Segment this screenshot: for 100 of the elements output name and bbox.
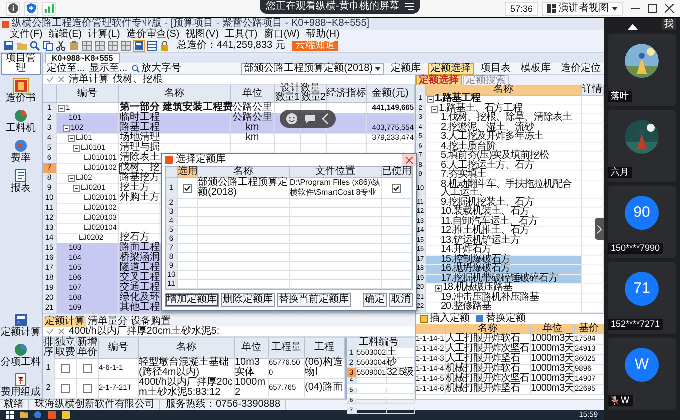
column-header: 独立取费	[55, 338, 77, 359]
participant-tile[interactable]: 六月	[608, 110, 676, 182]
participant-tile[interactable]: 71 152****7271	[608, 262, 676, 334]
lock-icon[interactable]	[160, 41, 170, 51]
toggle-icon[interactable]	[73, 184, 80, 192]
grid-icon[interactable]	[95, 41, 105, 51]
menu-item[interactable]: 视图(V)	[186, 30, 220, 40]
library-button[interactable]: 定额选择	[428, 62, 474, 74]
tree-item[interactable]: 13.铲运机铲运土方	[426, 236, 582, 246]
library-button[interactable]: 定额库	[388, 62, 424, 74]
cancel-button[interactable]: 取消	[389, 293, 413, 307]
menu-item[interactable]: 造价审查(S)	[126, 30, 180, 40]
menu-item[interactable]: 文件(F)	[10, 30, 43, 40]
check-icon[interactable]	[47, 328, 54, 335]
security-button[interactable]	[24, 2, 38, 16]
cancel-icon[interactable]	[58, 328, 65, 335]
checkbox[interactable]	[83, 364, 92, 372]
close-icon[interactable]	[665, 4, 674, 13]
replace-quota-button[interactable]: 替换定额	[476, 314, 526, 324]
list-calc-button[interactable]: 清单计算	[69, 74, 109, 84]
table-icon[interactable]	[147, 41, 157, 51]
tree-item[interactable]: 17.挖掘机带破碎锤破碎石方	[426, 274, 582, 284]
bottom-tab[interactable]: 设备购置	[130, 317, 172, 327]
zoom-font-button[interactable]: 放大字号	[132, 64, 182, 74]
copy-icon[interactable]	[43, 41, 53, 51]
app-logo-icon	[2, 20, 9, 28]
menu-item[interactable]: 工具(T)	[225, 30, 258, 40]
quota-tab[interactable]: 定额选择	[416, 75, 462, 85]
sidebar-item[interactable]: 分项工料	[1, 342, 41, 369]
library-button[interactable]: 模板库	[518, 62, 554, 74]
library-dropdown[interactable]: 部颁公路工程预算定额(2018)	[241, 62, 384, 74]
locate-button[interactable]: 显示至...	[89, 64, 128, 74]
clipboard-icon[interactable]	[69, 41, 79, 51]
menu-item[interactable]: 编辑(E)	[48, 30, 82, 40]
scissors-icon[interactable]	[56, 41, 66, 51]
toggle-icon[interactable]	[68, 134, 75, 142]
column-header	[166, 167, 178, 178]
grid-icon[interactable]	[82, 41, 92, 51]
maximize-icon[interactable]	[648, 4, 657, 13]
participant-name: 落叶	[611, 91, 629, 102]
library-button[interactable]: 项目表	[478, 62, 514, 74]
toggle-icon[interactable]	[63, 124, 70, 132]
sidebar-item[interactable]: 费用组成	[1, 372, 41, 399]
emoji-icon[interactable]	[286, 113, 298, 125]
checkbox[interactable]	[392, 184, 401, 192]
tree-item[interactable]: 20.整修路基	[426, 303, 582, 312]
cancel-icon[interactable]	[58, 76, 65, 83]
menu-item[interactable]: 窗口(W)	[264, 30, 300, 40]
menu-item[interactable]: 计算(L)	[88, 30, 120, 40]
checkbox[interactable]	[61, 384, 70, 392]
info-button[interactable]	[6, 2, 20, 16]
locate-button[interactable]: 定位至...	[47, 64, 86, 74]
toggle-icon[interactable]	[73, 144, 80, 152]
close-button[interactable]	[402, 154, 416, 166]
participant-tile[interactable]: W W	[608, 338, 676, 410]
toggle-icon[interactable]	[435, 285, 442, 292]
scrollbar[interactable]	[43, 313, 415, 317]
network-button[interactable]	[42, 2, 56, 16]
sidebar-item[interactable]: 费率	[11, 138, 31, 165]
document-tab[interactable]: K0+988~K8+555	[45, 53, 120, 63]
sidebar-item[interactable]: 造价书	[6, 78, 36, 105]
search-icon[interactable]	[30, 41, 40, 51]
calculator-icon[interactable]	[134, 41, 144, 51]
toggle-icon[interactable]	[68, 174, 75, 182]
checkbox[interactable]	[183, 184, 192, 192]
bottom-tab[interactable]: 定额计算	[44, 317, 86, 327]
list-icon[interactable]	[405, 3, 414, 11]
formula-field[interactable]: 400t/h以内厂拌厚20cm土砂水泥5:	[69, 326, 220, 336]
caret-icon	[375, 66, 381, 70]
chat-icon[interactable]	[304, 113, 316, 125]
view-mode-button[interactable]: 演讲者视图	[542, 2, 623, 16]
dialog-button[interactable]: 替换当前定额库	[277, 293, 351, 307]
checkbox[interactable]	[83, 384, 92, 392]
sidebar-item[interactable]: 定额计算	[1, 312, 41, 339]
participant-tile[interactable]: 90 150****7990	[608, 186, 676, 258]
dialog-button[interactable]: 删除定额库	[221, 293, 275, 307]
bottom-tab[interactable]: 清单量分	[87, 317, 129, 327]
grid-icon[interactable]	[108, 41, 118, 51]
browser-icon[interactable]	[34, 411, 42, 419]
toggle-icon[interactable]	[58, 104, 65, 112]
toggle-icon[interactable]	[431, 106, 438, 112]
formula-field[interactable]: 伐树、挖根	[113, 74, 163, 84]
checkbox[interactable]	[61, 364, 70, 372]
grid-icon[interactable]	[121, 41, 131, 51]
participant-name: W	[621, 395, 630, 406]
ok-button[interactable]: 确定	[363, 293, 387, 307]
windows-icon[interactable]	[6, 411, 14, 419]
expand-handle[interactable]	[595, 218, 604, 240]
check-icon[interactable]	[47, 76, 54, 83]
sidebar-item[interactable]: 报表	[11, 168, 31, 195]
project-tab[interactable]: 项目管理	[1, 53, 41, 75]
floppy-icon[interactable]	[4, 41, 14, 51]
sidebar-item[interactable]: 工料机	[6, 108, 36, 135]
insert-quota-button[interactable]: 插入定额	[420, 314, 470, 324]
toggle-icon[interactable]	[427, 96, 434, 103]
chevron-left-icon[interactable]	[322, 113, 330, 125]
library-button[interactable]: 造价定位	[558, 62, 604, 74]
participant-tile[interactable]: 落叶	[608, 34, 676, 106]
menu-item[interactable]: 帮助(H)	[306, 30, 340, 40]
calculator-icon	[14, 313, 28, 327]
